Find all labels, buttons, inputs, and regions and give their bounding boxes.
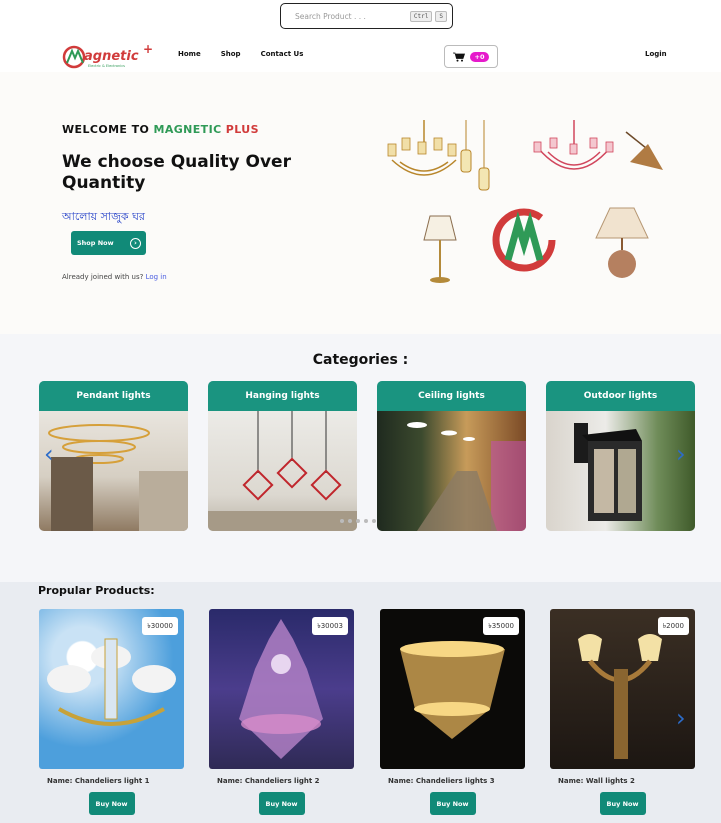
product-name: Name: Wall lights 2 [558, 777, 635, 785]
joined-prompt: Already joined with us? [62, 273, 146, 281]
svg-text:agnetic: agnetic [84, 49, 139, 64]
hero-headline: We choose Quality Over Quantity [62, 152, 291, 193]
category-card-outdoor[interactable]: Outdoor lights [546, 381, 695, 531]
cart-button[interactable]: +0 [444, 45, 498, 68]
cart-count-badge: +0 [469, 51, 490, 62]
price-badge: ৳30000 [142, 617, 178, 635]
already-joined-text: Already joined with us? Log in [62, 273, 167, 281]
product-card[interactable]: ৳35000 Name: Chandeliers lights 3 Buy No… [380, 609, 525, 815]
nav-links: Home Shop Contact Us [178, 50, 303, 58]
product-name: Name: Chandeliers lights 3 [388, 777, 495, 785]
product-card[interactable]: ৳30003 Name: Chandeliers light 2 Buy Now [209, 609, 354, 815]
product-name: Name: Chandeliers light 2 [217, 777, 320, 785]
nav-shop-link[interactable]: Shop [221, 50, 241, 58]
category-card-ceiling[interactable]: Ceiling lights [377, 381, 526, 531]
brand-logo[interactable]: agnetic + Electric & Electronics [62, 42, 154, 70]
category-image-hanging [208, 411, 357, 531]
hero-lamps-illustration [387, 120, 663, 283]
product-image: ৳30003 [209, 609, 354, 769]
category-label: Ceiling lights [377, 381, 526, 411]
categories-prev-arrow[interactable]: ‹ [44, 440, 54, 468]
category-label: Outdoor lights [546, 381, 695, 411]
category-image-outdoor [546, 411, 695, 531]
arrow-right-icon: › [130, 237, 141, 249]
price-badge: ৳35000 [483, 617, 519, 635]
welcome-prefix: WELCOME TO [62, 123, 154, 136]
category-label: Pendant lights [39, 381, 188, 411]
search-placeholder: Search Product . . . [295, 11, 366, 21]
category-image-ceiling [377, 411, 526, 531]
welcome-brand-plus: PLUS [221, 123, 259, 136]
categories-section: Categories : Pendant lights Hanging ligh… [0, 334, 721, 582]
shop-now-label: Shop Now [77, 239, 114, 247]
product-image: ৳35000 [380, 609, 525, 769]
buy-now-button[interactable]: Buy Now [599, 792, 646, 815]
product-card[interactable]: ৳2000 Name: Wall lights 2 Buy Now [550, 609, 695, 815]
categories-title: Categories : [312, 352, 409, 368]
product-card[interactable]: ৳30000 Name: Chandeliers light 1 Buy Now [39, 609, 184, 815]
buy-now-button[interactable]: Buy Now [88, 792, 135, 815]
products-next-arrow[interactable]: › [676, 704, 686, 732]
carousel-dot[interactable] [372, 519, 376, 523]
svg-text:Electric & Electronics: Electric & Electronics [88, 64, 125, 68]
category-image-pendant [39, 411, 188, 531]
hero-login-link[interactable]: Log in [146, 273, 167, 281]
product-name: Name: Chandeliers light 1 [47, 777, 150, 785]
price-badge: ৳30003 [312, 617, 348, 635]
cart-icon [452, 52, 465, 62]
category-label: Hanging lights [208, 381, 357, 411]
popular-products-title: Propular Products: [38, 584, 155, 597]
carousel-dot[interactable] [364, 519, 368, 523]
shop-now-button[interactable]: Shop Now › [71, 231, 146, 255]
category-card-pendant[interactable]: Pendant lights [39, 381, 188, 531]
category-card-hanging[interactable]: Hanging lights [208, 381, 357, 531]
buy-now-button[interactable]: Buy Now [429, 792, 476, 815]
nav-contact-link[interactable]: Contact Us [261, 50, 304, 58]
carousel-dot[interactable] [348, 519, 352, 523]
svg-text:+: + [143, 42, 153, 56]
carousel-dot[interactable] [340, 519, 344, 523]
login-link[interactable]: Login [645, 50, 667, 58]
shortcut-s-key: S [435, 10, 447, 22]
buy-now-button[interactable]: Buy Now [258, 792, 305, 815]
nav-home-link[interactable]: Home [178, 50, 201, 58]
search-input[interactable]: Search Product . . . Ctrl S [280, 3, 453, 29]
hero-bangla-tagline: আলোয় সাজুক ঘর [62, 210, 145, 223]
welcome-brand-magnetic: MAGNETIC [153, 123, 222, 136]
hero-section: WELCOME TO MAGNETIC PLUS We choose Quali… [0, 72, 721, 334]
carousel-dot[interactable] [356, 519, 360, 523]
categories-next-arrow[interactable]: › [676, 440, 686, 468]
product-image: ৳30000 [39, 609, 184, 769]
carousel-dots [340, 519, 376, 523]
shortcut-ctrl-key: Ctrl [409, 10, 433, 22]
product-image: ৳2000 [550, 609, 695, 769]
welcome-heading: WELCOME TO MAGNETIC PLUS [62, 123, 259, 136]
top-search-bar: Search Product . . . Ctrl S [0, 0, 721, 36]
navbar: agnetic + Electric & Electronics Home Sh… [0, 36, 721, 74]
price-badge: ৳2000 [657, 617, 689, 635]
popular-products-section: Propular Products: ৳30000 Name: Chandeli… [0, 582, 721, 823]
